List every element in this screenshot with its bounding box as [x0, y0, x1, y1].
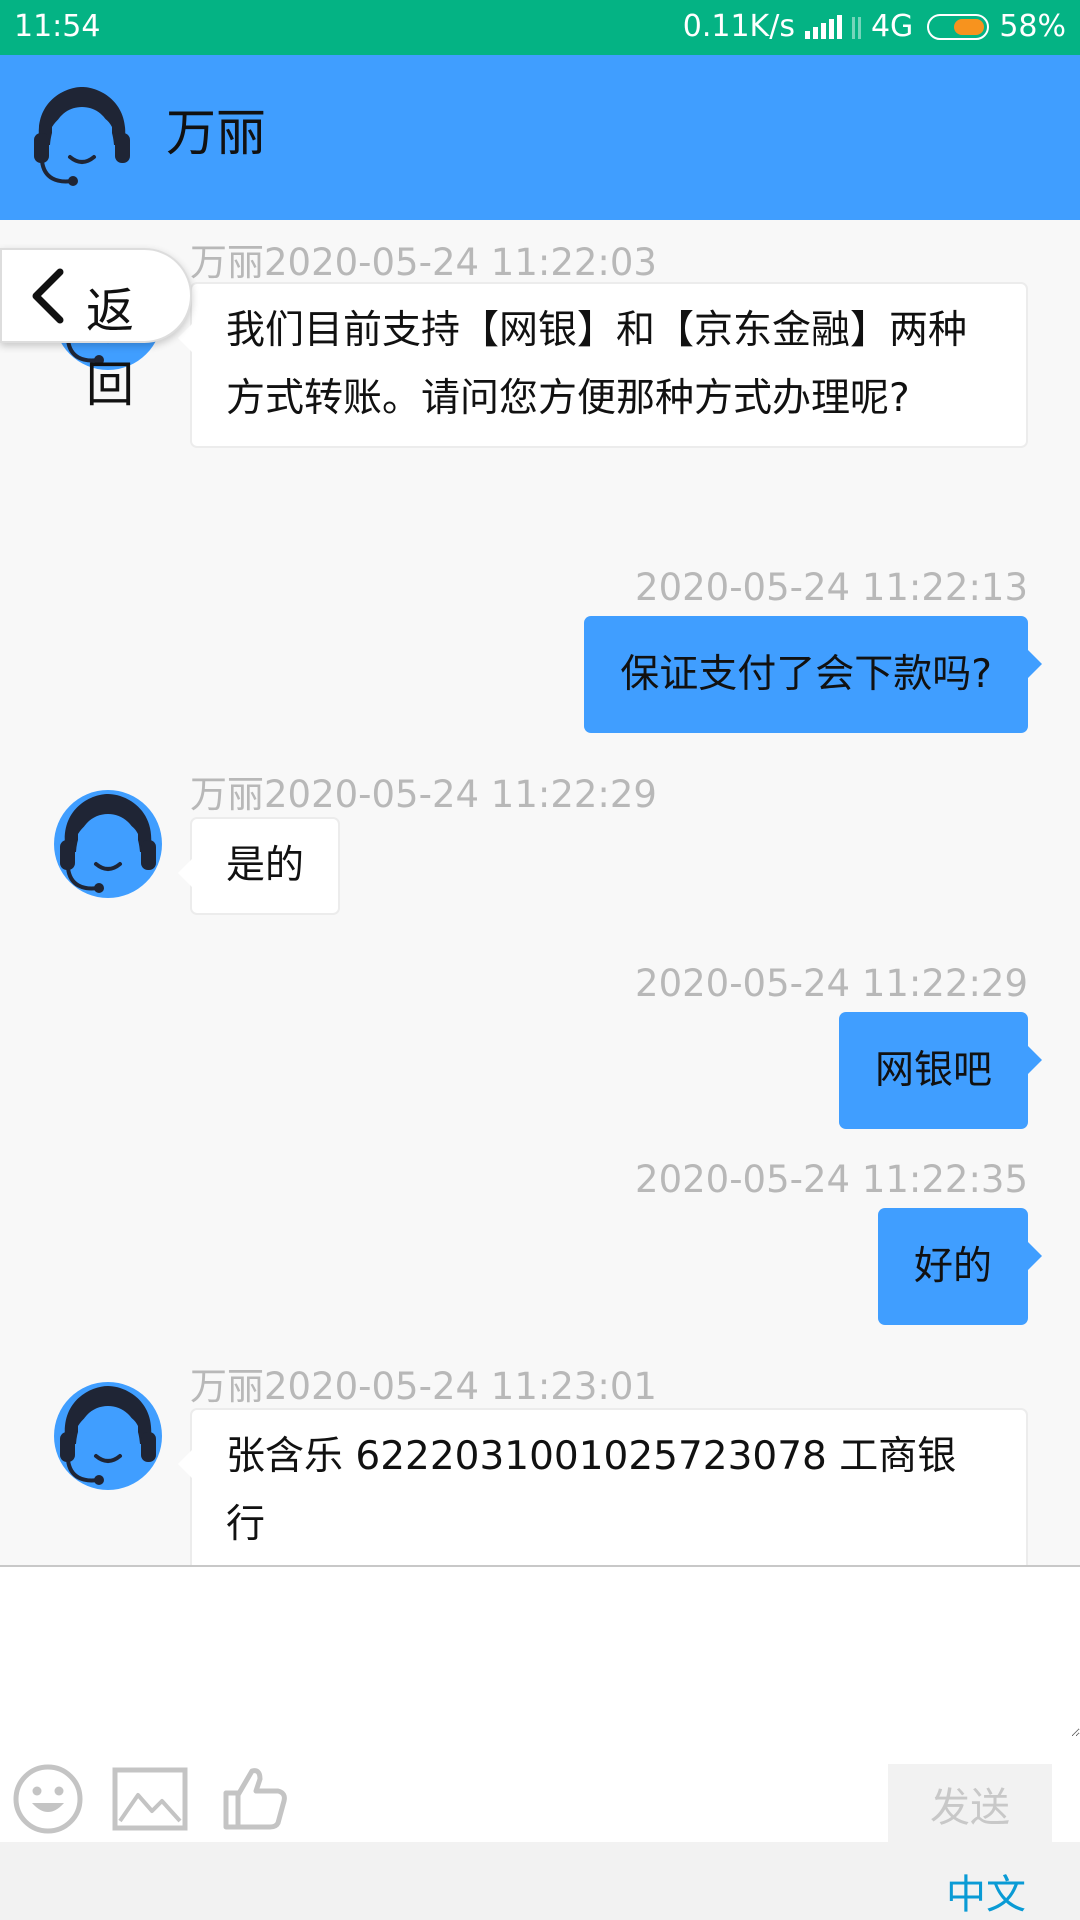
agent-avatar [52, 1380, 164, 1492]
message-timestamp: 万丽2020-05-24 11:22:03 [190, 241, 657, 284]
message-timestamp: 2020-05-24 11:22:13 [635, 566, 1028, 609]
send-button[interactable]: 发送 [888, 1764, 1052, 1844]
status-time: 11:54 [14, 9, 101, 44]
status-indicators: 0.11K/s 4G 58% [683, 9, 1066, 44]
smiley-icon[interactable] [12, 1763, 84, 1835]
network-speed: 0.11K/s [682, 9, 795, 44]
status-bar: 11:54 0.11K/s 4G 58% [0, 0, 1080, 55]
page-title: 万丽 [166, 104, 266, 162]
agent-avatar [52, 788, 164, 900]
chevron-left-icon [32, 268, 64, 324]
message-input[interactable] [0, 1567, 1080, 1737]
signal-strength-icon [804, 14, 842, 39]
battery-icon [927, 13, 990, 40]
message-timestamp: 2020-05-24 11:22:35 [635, 1158, 1028, 1201]
message-timestamp: 万丽2020-05-24 11:23:01 [190, 1365, 657, 1408]
agent-headset-icon [26, 81, 138, 193]
incoming-message-bubble[interactable]: 我们目前支持【网银】和【京东金融】两种方式转账。请问您方便那种方式办理呢? [178, 282, 1028, 448]
battery-level: 58% [999, 9, 1066, 44]
outgoing-message-bubble[interactable]: 保证支付了会下款吗? [584, 616, 1042, 733]
message-composer: 发送 [0, 1565, 1080, 1844]
incoming-message-bubble[interactable]: 张含乐 6222031001025723078 工商银行 [178, 1408, 1028, 1565]
back-label: 返回 [86, 283, 135, 413]
image-icon[interactable] [112, 1767, 188, 1831]
back-button[interactable]: 返回 [0, 248, 192, 413]
thumbs-up-icon[interactable] [220, 1763, 290, 1833]
language-toggle[interactable]: 中文 [946, 1862, 1026, 1920]
network-type: 4G [870, 9, 914, 44]
incoming-message-bubble[interactable]: 是的 [177, 817, 341, 915]
message-timestamp: 万丽2020-05-24 11:22:29 [190, 773, 657, 816]
chat-header: 万丽 [0, 55, 1080, 220]
keyboard-bar: 中文 [0, 1842, 1080, 1920]
data-arrows-icon [851, 15, 861, 39]
message-timestamp: 2020-05-24 11:22:29 [635, 962, 1028, 1005]
outgoing-message-bubble[interactable]: 好的 [877, 1208, 1043, 1325]
chat-message-list[interactable]: 万丽2020-05-24 11:22:03 我们目前支持【网银】和【京东金融】两… [0, 220, 1080, 1565]
outgoing-message-bubble[interactable]: 网银吧 [838, 1012, 1043, 1129]
